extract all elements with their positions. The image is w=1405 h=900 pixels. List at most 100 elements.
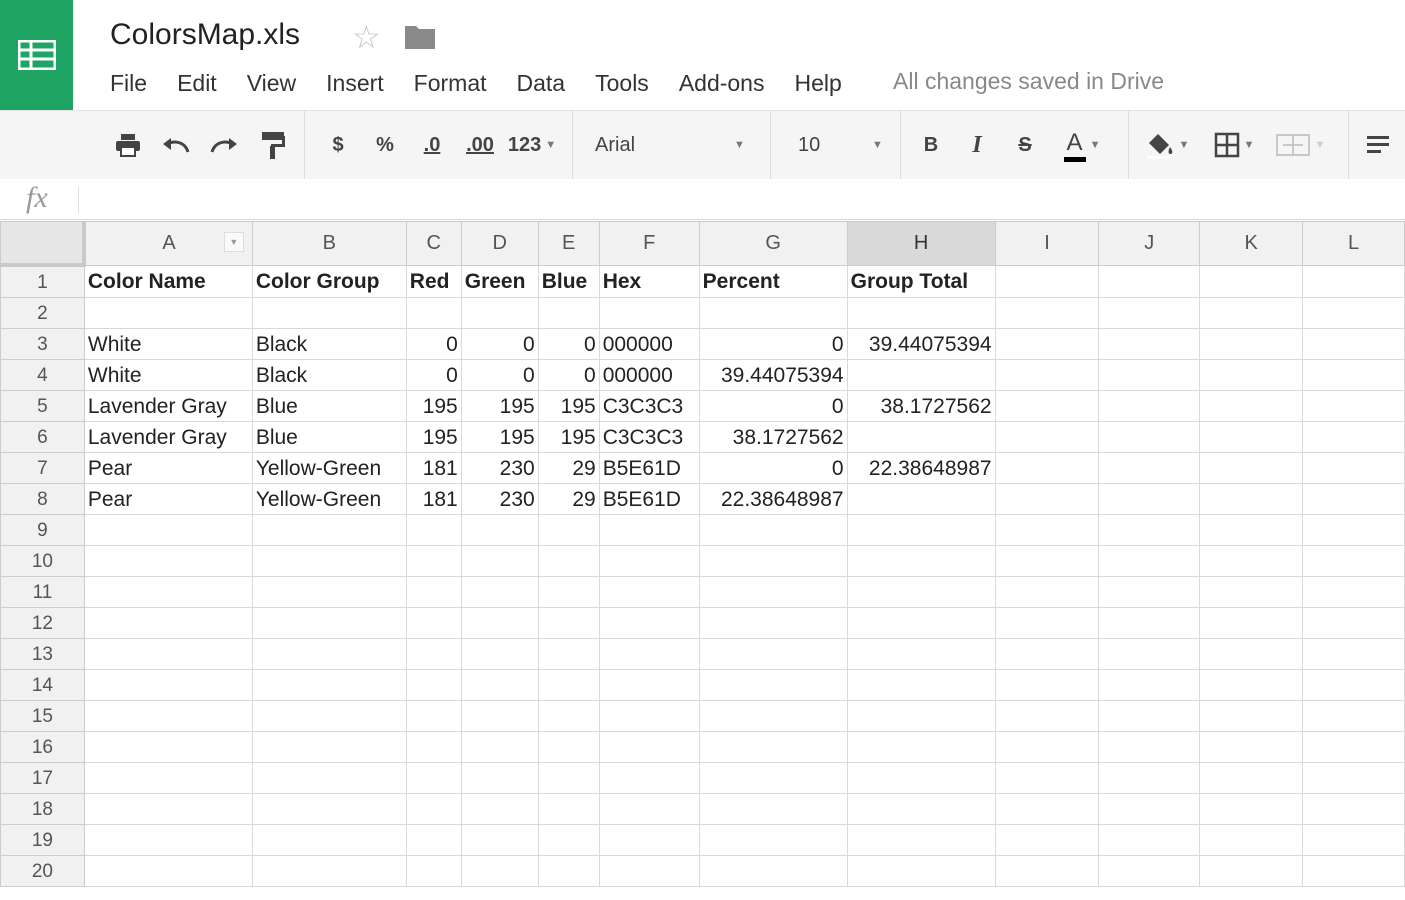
cell-e14[interactable] bbox=[537, 669, 600, 701]
cell-i4[interactable] bbox=[994, 359, 1100, 391]
cell-i3[interactable] bbox=[994, 328, 1100, 360]
cell-i11[interactable] bbox=[994, 576, 1100, 608]
bold-button[interactable]: B bbox=[916, 125, 946, 165]
cell-f15[interactable] bbox=[598, 700, 700, 732]
cell-i10[interactable] bbox=[994, 545, 1100, 577]
cell-a17[interactable] bbox=[83, 762, 253, 794]
cell-f9[interactable] bbox=[598, 514, 700, 546]
currency-format-button[interactable]: $ bbox=[324, 125, 352, 165]
cell-i9[interactable] bbox=[994, 514, 1100, 546]
fill-color-button[interactable]: ▼ bbox=[1140, 125, 1194, 165]
cell-g13[interactable] bbox=[698, 638, 848, 670]
row-header[interactable]: 15 bbox=[0, 700, 85, 732]
cell-f5[interactable]: C3C3C3 bbox=[598, 390, 700, 422]
cell-a15[interactable] bbox=[83, 700, 253, 732]
cell-b12[interactable] bbox=[251, 607, 407, 639]
cell-l7[interactable] bbox=[1302, 452, 1405, 484]
row-header[interactable]: 3 bbox=[0, 328, 85, 360]
column-header-e[interactable]: E bbox=[537, 221, 600, 266]
cell-h1[interactable]: Group Total bbox=[846, 264, 996, 298]
cell-k17[interactable] bbox=[1199, 762, 1304, 794]
cell-j8[interactable] bbox=[1098, 483, 1201, 515]
cell-k7[interactable] bbox=[1199, 452, 1304, 484]
cell-j12[interactable] bbox=[1098, 607, 1201, 639]
cell-a13[interactable] bbox=[83, 638, 253, 670]
cell-h14[interactable] bbox=[846, 669, 996, 701]
cell-k8[interactable] bbox=[1199, 483, 1304, 515]
cell-k1[interactable] bbox=[1199, 264, 1304, 298]
cell-a11[interactable] bbox=[83, 576, 253, 608]
cell-e18[interactable] bbox=[537, 793, 600, 825]
cell-i15[interactable] bbox=[994, 700, 1100, 732]
cell-i6[interactable] bbox=[994, 421, 1100, 453]
paint-format-icon[interactable] bbox=[256, 125, 290, 165]
cell-b2[interactable] bbox=[251, 297, 407, 329]
cell-c13[interactable] bbox=[405, 638, 462, 670]
cell-h2[interactable] bbox=[846, 297, 996, 329]
cell-l4[interactable] bbox=[1302, 359, 1405, 391]
cell-j5[interactable] bbox=[1098, 390, 1201, 422]
cell-e1[interactable]: Blue bbox=[537, 264, 600, 298]
cell-j16[interactable] bbox=[1098, 731, 1201, 763]
cell-f12[interactable] bbox=[598, 607, 700, 639]
cell-j19[interactable] bbox=[1098, 824, 1201, 856]
cell-j18[interactable] bbox=[1098, 793, 1201, 825]
select-all-corner[interactable] bbox=[0, 221, 87, 267]
cell-g18[interactable] bbox=[698, 793, 848, 825]
cell-e5[interactable]: 195 bbox=[537, 390, 600, 422]
cell-j15[interactable] bbox=[1098, 700, 1201, 732]
cell-i20[interactable] bbox=[994, 855, 1100, 887]
cell-h5[interactable]: 38.1727562 bbox=[846, 390, 996, 422]
cell-g20[interactable] bbox=[698, 855, 848, 887]
cell-a5[interactable]: Lavender Gray bbox=[83, 390, 253, 422]
menu-view[interactable]: View bbox=[247, 70, 296, 97]
sheets-logo-icon[interactable] bbox=[0, 0, 73, 110]
increase-decimals-button[interactable]: .00 bbox=[460, 125, 500, 165]
cell-f16[interactable] bbox=[598, 731, 700, 763]
cell-b8[interactable]: Yellow-Green bbox=[251, 483, 407, 515]
cell-b3[interactable]: Black bbox=[251, 328, 407, 360]
cell-j1[interactable] bbox=[1098, 264, 1201, 298]
cell-g14[interactable] bbox=[698, 669, 848, 701]
cell-l12[interactable] bbox=[1302, 607, 1405, 639]
cell-h4[interactable] bbox=[846, 359, 996, 391]
cell-f13[interactable] bbox=[598, 638, 700, 670]
cell-c12[interactable] bbox=[405, 607, 462, 639]
cell-h18[interactable] bbox=[846, 793, 996, 825]
cell-l18[interactable] bbox=[1302, 793, 1405, 825]
cell-e2[interactable] bbox=[537, 297, 600, 329]
cell-c11[interactable] bbox=[405, 576, 462, 608]
cell-g19[interactable] bbox=[698, 824, 848, 856]
cell-e13[interactable] bbox=[537, 638, 600, 670]
document-title[interactable]: ColorsMap.xls bbox=[110, 18, 300, 52]
cell-f4[interactable]: 000000 bbox=[598, 359, 700, 391]
row-header[interactable]: 1 bbox=[0, 264, 85, 298]
cell-g4[interactable]: 39.44075394 bbox=[698, 359, 848, 391]
cell-l20[interactable] bbox=[1302, 855, 1405, 887]
cell-e6[interactable]: 195 bbox=[537, 421, 600, 453]
font-size-dropdown[interactable]: 10 ▼ bbox=[798, 125, 883, 165]
cell-l17[interactable] bbox=[1302, 762, 1405, 794]
cell-c10[interactable] bbox=[405, 545, 462, 577]
cell-a18[interactable] bbox=[83, 793, 253, 825]
cell-i13[interactable] bbox=[994, 638, 1100, 670]
cell-a1[interactable]: Color Name bbox=[83, 264, 253, 298]
column-header-b[interactable]: B bbox=[251, 221, 407, 266]
menu-edit[interactable]: Edit bbox=[177, 70, 217, 97]
cell-g6[interactable]: 38.1727562 bbox=[698, 421, 848, 453]
menu-file[interactable]: File bbox=[110, 70, 147, 97]
cell-g9[interactable] bbox=[698, 514, 848, 546]
cell-l10[interactable] bbox=[1302, 545, 1405, 577]
formula-input[interactable] bbox=[86, 185, 1390, 215]
cell-b4[interactable]: Black bbox=[251, 359, 407, 391]
column-header-k[interactable]: K bbox=[1199, 221, 1304, 266]
cell-f14[interactable] bbox=[598, 669, 700, 701]
cell-l15[interactable] bbox=[1302, 700, 1405, 732]
cell-h12[interactable] bbox=[846, 607, 996, 639]
text-color-button[interactable]: A ▼ bbox=[1052, 125, 1112, 165]
cell-k18[interactable] bbox=[1199, 793, 1304, 825]
undo-icon[interactable] bbox=[158, 125, 194, 165]
cell-h6[interactable] bbox=[846, 421, 996, 453]
cell-d10[interactable] bbox=[460, 545, 539, 577]
column-header-f[interactable]: F bbox=[598, 221, 700, 266]
